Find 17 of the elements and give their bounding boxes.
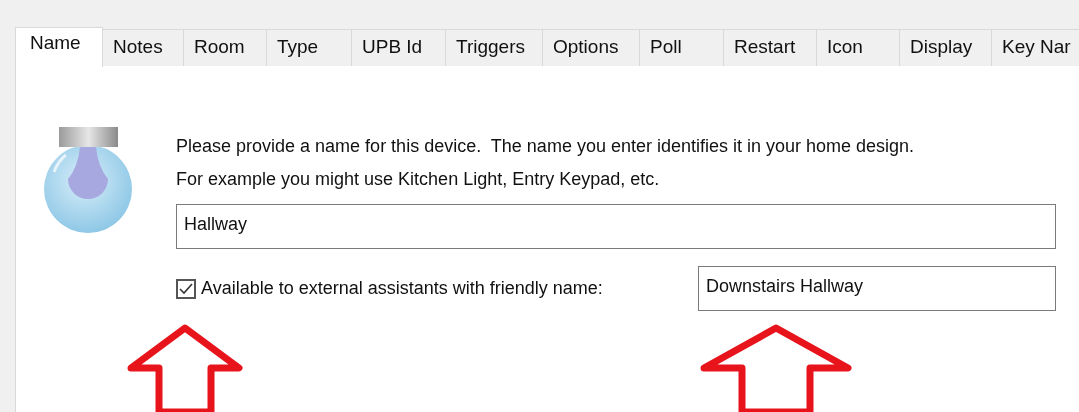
checkbox-label: Available to external assistants with friendly name: — [201, 278, 604, 299]
tab[interactable]: Poll — [640, 29, 724, 66]
tab[interactable]: UPB Id — [352, 29, 446, 66]
tab[interactable]: Display — [900, 29, 992, 66]
name-field[interactable]: Hallway — [176, 204, 1056, 249]
checkbox[interactable] — [176, 278, 196, 299]
instruction-text: Please provide a name for this device. The name you enter identifies it in your home design. — [176, 136, 916, 157]
tab[interactable]: Room — [184, 29, 267, 66]
tab[interactable]: Notes — [103, 29, 184, 66]
tab[interactable]: Triggers — [446, 29, 543, 66]
instruction-text: For example you might use Kitchen Light, Entry Keypad, etc. — [176, 169, 661, 190]
tab[interactable]: Options — [543, 29, 640, 66]
friendly-name-field[interactable]: Downstairs Hallway — [698, 266, 1056, 311]
tab[interactable]: Icon — [817, 29, 900, 66]
tab[interactable]: Type — [267, 29, 352, 66]
tab[interactable]: Name — [15, 27, 103, 67]
tab[interactable]: Restart — [724, 29, 817, 66]
